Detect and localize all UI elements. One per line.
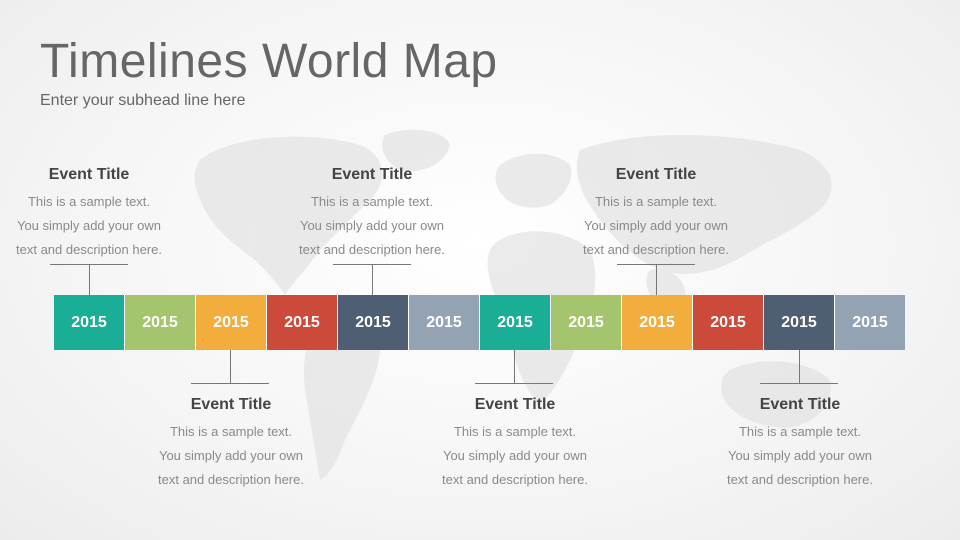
event-description: This is a sample text. You simply add yo… [0, 190, 189, 262]
event-description: This is a sample text. You simply add yo… [700, 420, 900, 492]
event-title: Event Title [615, 166, 697, 183]
event-description: This is a sample text. You simply add yo… [415, 420, 615, 492]
event-text-line: text and description here. [583, 242, 729, 257]
timeline-segment[interactable]: 2015 [196, 295, 267, 350]
event-text-line: You simply add your own [442, 448, 588, 463]
connector-line [372, 264, 373, 295]
timeline-segment[interactable]: 2015 [409, 295, 480, 350]
event-title: Event Title [331, 166, 413, 183]
connector-line [799, 350, 800, 383]
timeline-segment[interactable]: 2015 [835, 295, 905, 350]
event-text-line: You simply add your own [583, 218, 729, 233]
event-title: Event Title [48, 166, 130, 183]
event-text-line: You simply add your own [727, 448, 873, 463]
event-card: Event Title This is a sample text. You s… [131, 396, 331, 492]
event-description: This is a sample text. You simply add yo… [131, 420, 331, 492]
event-text-line: text and description here. [299, 242, 445, 257]
timeline-segment[interactable]: 2015 [551, 295, 622, 350]
event-text-line: text and description here. [16, 242, 162, 257]
connector-line [191, 383, 269, 384]
event-text-line: You simply add your own [299, 218, 445, 233]
timeline-segment[interactable]: 2015 [764, 295, 835, 350]
event-text-line: This is a sample text. [594, 194, 718, 209]
event-text-line: This is a sample text. [453, 424, 577, 439]
event-description: This is a sample text. You simply add yo… [272, 190, 472, 262]
event-title: Event Title [759, 396, 841, 413]
timeline-segment[interactable]: 2015 [338, 295, 409, 350]
event-card: Event Title This is a sample text. You s… [415, 396, 615, 492]
page-title: Timelines World Map [40, 35, 498, 88]
event-title: Event Title [190, 396, 272, 413]
connector-line [475, 383, 553, 384]
timeline-segment[interactable]: 2015 [125, 295, 196, 350]
connector-line [760, 383, 838, 384]
event-text-line: text and description here. [727, 472, 873, 487]
timeline-segment[interactable]: 2015 [693, 295, 764, 350]
timeline-segment[interactable]: 2015 [622, 295, 693, 350]
timeline-bar: 2015 2015 2015 2015 2015 2015 2015 2015 … [54, 295, 905, 350]
timeline-segment[interactable]: 2015 [480, 295, 551, 350]
connector-line [230, 350, 231, 383]
event-text-line: This is a sample text. [738, 424, 862, 439]
timeline-segment[interactable]: 2015 [267, 295, 338, 350]
page-subtitle: Enter your subhead line here [40, 92, 246, 109]
timeline-segment[interactable]: 2015 [54, 295, 125, 350]
event-card: Event Title This is a sample text. You s… [556, 166, 756, 262]
event-text-line: This is a sample text. [27, 194, 151, 209]
event-text-line: You simply add your own [158, 448, 304, 463]
event-card: Event Title This is a sample text. You s… [272, 166, 472, 262]
event-text-line: This is a sample text. [310, 194, 434, 209]
event-text-line: text and description here. [442, 472, 588, 487]
event-card: Event Title This is a sample text. You s… [0, 166, 189, 262]
connector-line [514, 350, 515, 383]
connector-line [656, 264, 657, 295]
event-text-line: text and description here. [158, 472, 304, 487]
connector-line [89, 264, 90, 295]
event-text-line: You simply add your own [16, 218, 162, 233]
event-text-line: This is a sample text. [169, 424, 293, 439]
event-description: This is a sample text. You simply add yo… [556, 190, 756, 262]
event-card: Event Title This is a sample text. You s… [700, 396, 900, 492]
event-title: Event Title [474, 396, 556, 413]
